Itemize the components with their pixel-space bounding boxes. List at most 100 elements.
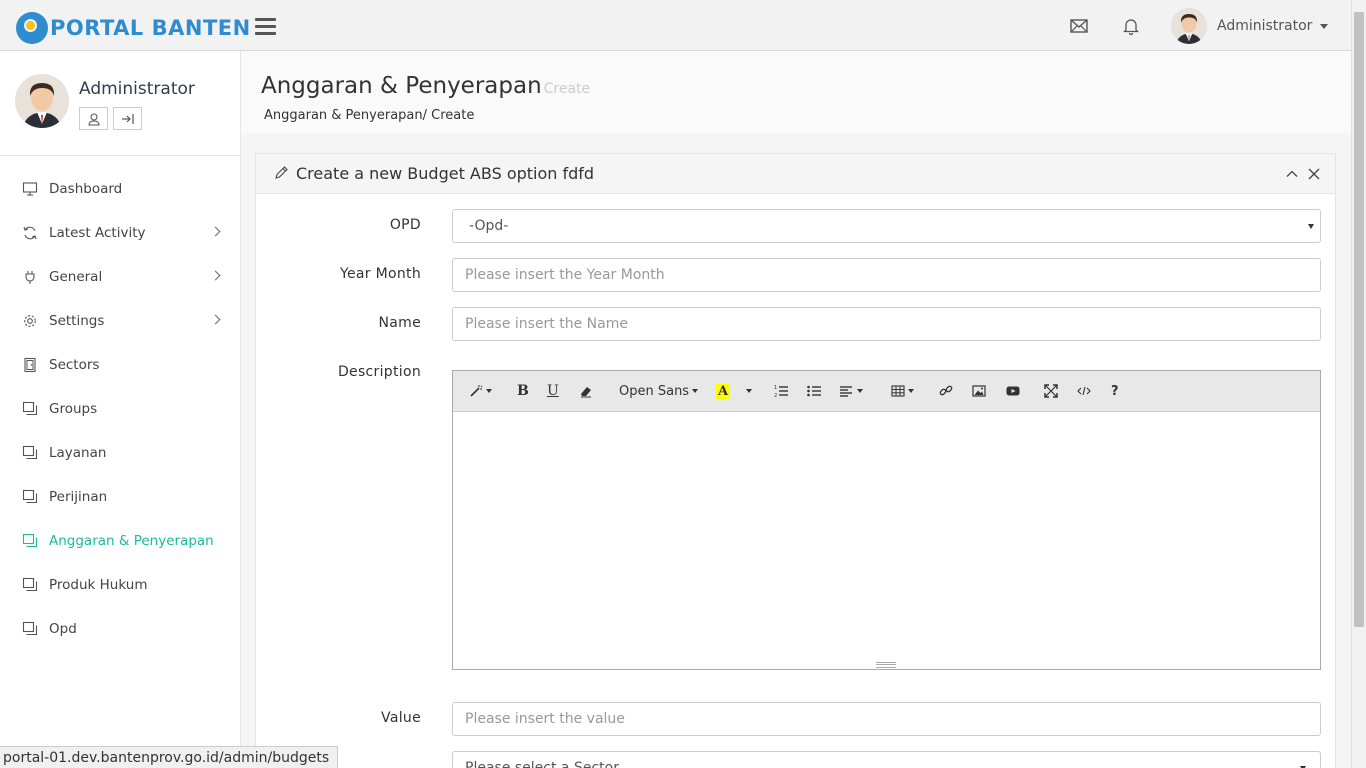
image-button[interactable] xyxy=(972,382,986,400)
sidebar-profile: Administrator xyxy=(0,51,240,156)
opd-label: OPD xyxy=(389,217,421,233)
video-button[interactable] xyxy=(1006,382,1020,400)
sidebar-item-latest-activity[interactable]: Latest Activity xyxy=(0,211,240,255)
gear-icon xyxy=(21,312,39,330)
help-button[interactable]: ? xyxy=(1111,382,1119,400)
windows-icon xyxy=(21,444,39,462)
sidebar-item-label: Anggaran & Penyerapan xyxy=(49,533,214,549)
chevron-right-icon xyxy=(210,226,221,237)
windows-icon xyxy=(21,532,39,550)
editor-toolbar: B U Open Sans A 12 ? xyxy=(453,371,1320,412)
value-label: Value xyxy=(381,710,421,726)
breadcrumb: Anggaran & Penyerapan/ Create xyxy=(264,108,475,123)
sidebar-menu: Dashboard Latest Activity General Settin… xyxy=(0,156,240,651)
chevron-right-icon xyxy=(210,270,221,281)
sidebar-item-settings[interactable]: Settings xyxy=(0,299,240,343)
page-subtitle: Create xyxy=(543,81,591,97)
sidebar-item-label: Layanan xyxy=(49,445,107,461)
ordered-list-button[interactable]: 12 xyxy=(774,382,788,400)
sidebar-item-sectors[interactable]: Sectors xyxy=(0,343,240,387)
status-bar-url: portal-01.dev.bantenprov.go.id/admin/bud… xyxy=(0,746,339,768)
name-input[interactable]: Please insert the Name xyxy=(452,307,1321,341)
sidebar-item-label: Opd xyxy=(49,621,77,637)
windows-icon xyxy=(21,576,39,594)
profile-name: Administrator xyxy=(79,79,195,99)
sidebar-item-label: Produk Hukum xyxy=(49,577,148,593)
fullscreen-button[interactable] xyxy=(1044,382,1058,400)
unordered-list-button[interactable] xyxy=(807,382,821,400)
brand-logo[interactable]: PORTAL BANTEN xyxy=(16,11,251,45)
font-family-button[interactable]: Open Sans xyxy=(619,382,699,400)
sidebar-item-anggaran-penyerapan[interactable]: Anggaran & Penyerapan xyxy=(0,519,240,563)
sidebar-item-perijinan[interactable]: Perijinan xyxy=(0,475,240,519)
paragraph-align-button[interactable] xyxy=(840,382,863,400)
table-button[interactable] xyxy=(891,382,914,400)
panel-tools xyxy=(1285,166,1321,180)
year-month-label: Year Month xyxy=(340,266,421,282)
code-view-button[interactable] xyxy=(1077,382,1091,400)
link-icon xyxy=(939,385,953,396)
logout-icon xyxy=(121,113,134,124)
windows-icon xyxy=(21,488,39,506)
style-button[interactable] xyxy=(469,382,492,400)
table-icon xyxy=(891,385,905,397)
logout-button[interactable] xyxy=(113,107,142,130)
video-icon xyxy=(1006,386,1020,396)
refresh-icon xyxy=(21,224,39,242)
opd-select[interactable]: -Opd- xyxy=(452,209,1321,243)
sidebar-item-label: Settings xyxy=(49,313,105,329)
sidebar-item-general[interactable]: General xyxy=(0,255,240,299)
sidebar-item-label: General xyxy=(49,269,103,285)
year-month-input[interactable]: Please insert the Year Month xyxy=(452,258,1321,292)
page-scrollbar[interactable] xyxy=(1351,0,1366,768)
sidebar-item-produk-hukum[interactable]: Produk Hukum xyxy=(0,563,240,607)
resize-handle[interactable] xyxy=(876,662,896,668)
link-button[interactable] xyxy=(939,382,953,400)
bold-button[interactable]: B xyxy=(517,382,529,400)
brand-logo-icon xyxy=(16,12,48,44)
description-editor: B U Open Sans A 12 ? xyxy=(452,370,1321,670)
eraser-icon xyxy=(581,387,591,398)
close-icon[interactable] xyxy=(1307,166,1321,180)
text-color-button[interactable]: A xyxy=(716,382,731,400)
sidebar-item-layanan[interactable]: Layanan xyxy=(0,431,240,475)
user-menu[interactable]: Administrator xyxy=(1171,8,1329,44)
user-icon xyxy=(87,112,100,126)
sidebar-item-label: Dashboard xyxy=(49,181,123,197)
chevron-down-icon xyxy=(746,389,752,393)
sector-select[interactable]: Please select a Sector xyxy=(452,751,1321,768)
sidebar-item-opd[interactable]: Opd xyxy=(0,607,240,651)
monitor-icon xyxy=(21,180,39,198)
value-input[interactable]: Please insert the value xyxy=(452,702,1321,736)
align-left-icon xyxy=(840,386,852,397)
underline-button[interactable]: U xyxy=(547,382,559,400)
font-family-value: Open Sans xyxy=(619,383,690,399)
ordered-list-icon: 12 xyxy=(774,385,788,398)
form-panel: Create a new Budget ABS option fdfd OPD … xyxy=(255,153,1336,768)
panel-header: Create a new Budget ABS option fdfd xyxy=(256,154,1335,194)
list-icon xyxy=(807,385,821,397)
description-textarea[interactable] xyxy=(453,412,1320,662)
mail-icon[interactable] xyxy=(1069,16,1089,36)
avatar xyxy=(15,74,69,128)
sidebar-item-label: Sectors xyxy=(49,357,100,373)
sidebar-item-dashboard[interactable]: Dashboard xyxy=(0,167,240,211)
windows-icon xyxy=(21,400,39,418)
scrollbar-thumb[interactable] xyxy=(1354,12,1364,627)
profile-button[interactable] xyxy=(79,107,108,130)
code-icon xyxy=(1077,386,1091,396)
sidebar: Administrator Dashboard Latest Activity … xyxy=(0,51,241,768)
description-label: Description xyxy=(337,364,421,380)
clear-format-button[interactable] xyxy=(579,382,593,400)
text-color-dropdown[interactable] xyxy=(743,382,752,400)
sidebar-item-groups[interactable]: Groups xyxy=(0,387,240,431)
image-icon xyxy=(972,385,986,397)
collapse-icon[interactable] xyxy=(1285,166,1299,180)
sidebar-item-label: Groups xyxy=(49,401,98,417)
bell-icon[interactable] xyxy=(1121,16,1141,36)
sector-select-value: Please select a Sector xyxy=(465,760,619,768)
menu-toggle-button[interactable] xyxy=(255,18,276,35)
chevron-right-icon xyxy=(210,314,221,325)
user-name: Administrator xyxy=(1217,18,1313,34)
hamburger-icon xyxy=(255,18,276,21)
